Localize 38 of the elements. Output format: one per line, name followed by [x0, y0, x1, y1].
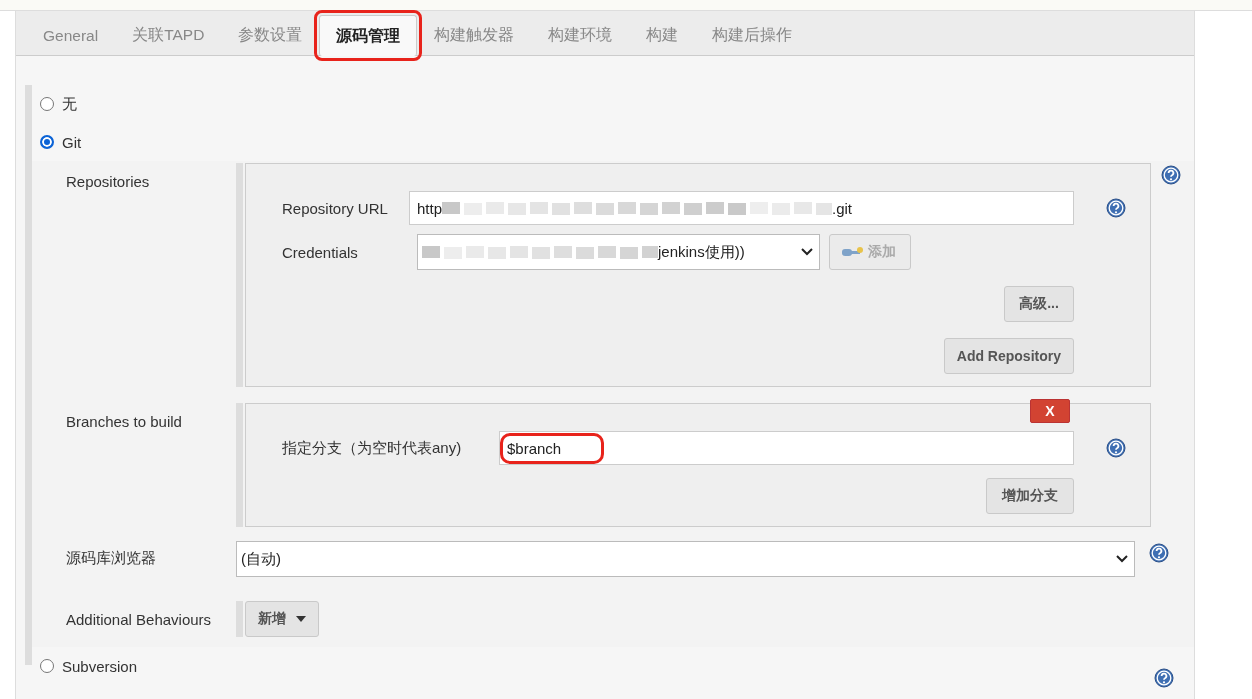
- input-field[interactable]: http .git: [409, 191, 1074, 225]
- input-field[interactable]: $branch: [499, 431, 1074, 465]
- add-repository-button[interactable]: Add Repository: [943, 338, 1074, 374]
- radio-button[interactable]: [40, 659, 54, 673]
- field-label: Branches to build: [66, 412, 183, 430]
- credentials-select[interactable]: jenkins使用)): [417, 234, 820, 270]
- help-icon[interactable]: [1161, 165, 1181, 185]
- tab[interactable]: 构建触发器: [417, 15, 532, 55]
- radio-label: Git: [62, 133, 82, 151]
- help-icon[interactable]: [1106, 438, 1126, 458]
- tab[interactable]: 构建环境: [531, 15, 630, 55]
- key-icon: [842, 246, 864, 258]
- tab[interactable]: General: [26, 15, 116, 55]
- radio-button[interactable]: [40, 135, 54, 149]
- radio-label: 无: [62, 94, 77, 114]
- field-label: Additional Behaviours: [66, 610, 213, 628]
- field-label: Credentials: [282, 243, 359, 261]
- caret-icon: [801, 248, 813, 256]
- help-icon[interactable]: [1154, 668, 1174, 688]
- caret-icon: [1116, 555, 1128, 563]
- delete-button[interactable]: X: [1030, 399, 1070, 423]
- radio-label: Subversion: [62, 657, 138, 675]
- add-branch-button[interactable]: 增加分支: [986, 478, 1074, 514]
- field-label: 指定分支（为空时代表any): [282, 438, 463, 458]
- field-label: Repositories: [66, 172, 151, 190]
- tab[interactable]: 构建后操作: [695, 15, 810, 55]
- field-label: Repository URL: [282, 199, 389, 217]
- help-icon[interactable]: [1106, 198, 1126, 218]
- browser-select[interactable]: (自动): [236, 541, 1135, 577]
- radio-button[interactable]: [40, 97, 54, 111]
- advanced-button[interactable]: 高级...: [1004, 286, 1074, 322]
- tab[interactable]: 关联TAPD: [115, 15, 222, 55]
- help-icon[interactable]: [1149, 543, 1169, 563]
- tab[interactable]: 构建: [629, 15, 696, 55]
- tab[interactable]: 参数设置: [221, 15, 320, 55]
- field-label: 源码库浏览器: [66, 548, 157, 568]
- add-behaviour-button[interactable]: 新增: [245, 601, 319, 637]
- caret-icon: [296, 616, 306, 622]
